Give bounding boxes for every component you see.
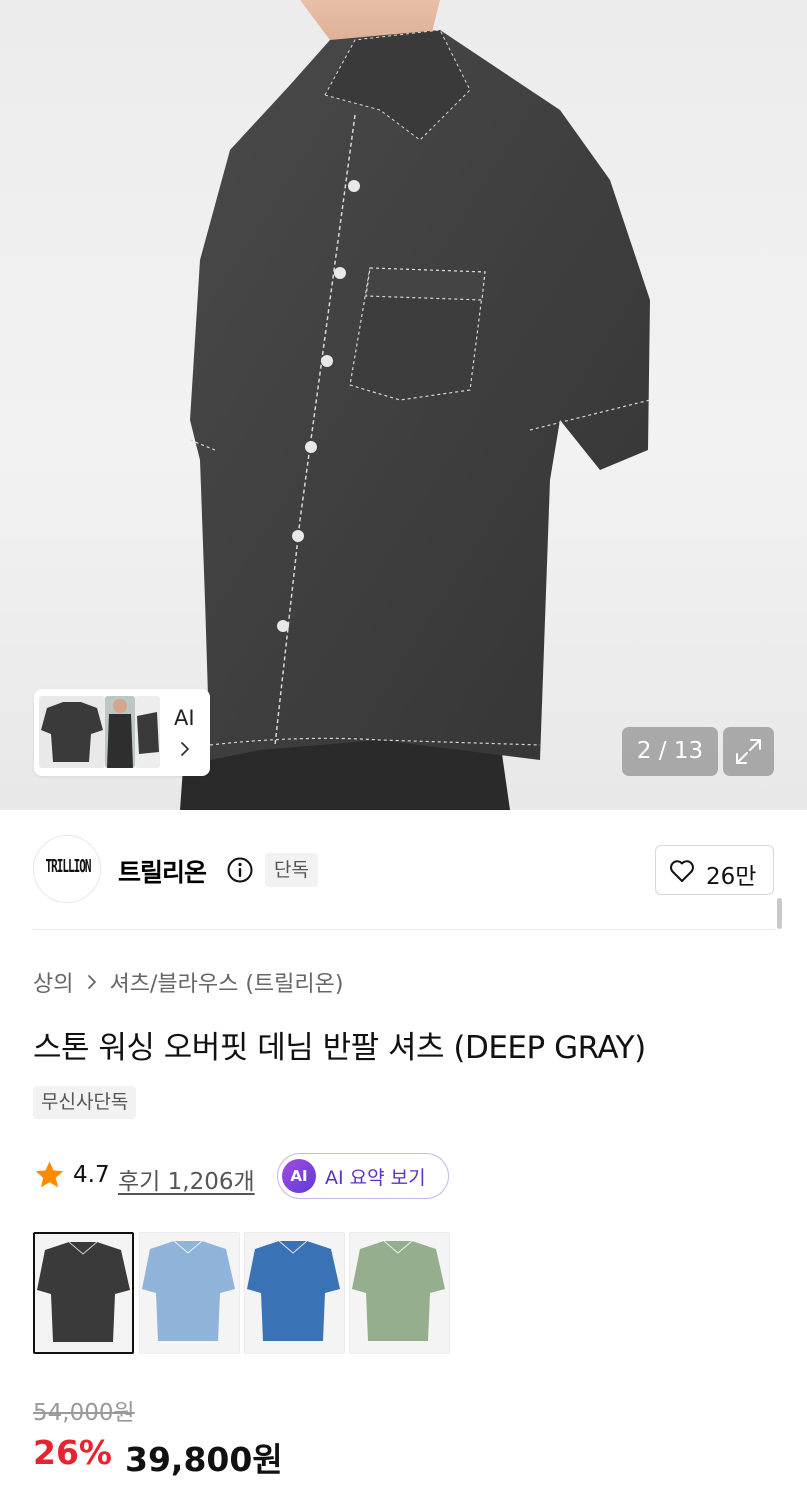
star-icon	[35, 1161, 64, 1188]
ai-label: AI	[174, 706, 195, 730]
rating-row: 4.7 후기 1,206개 AI AI 요약 보기	[33, 1153, 473, 1199]
ai-badge-icon: AI	[282, 1159, 316, 1193]
ai-thumb-3	[135, 696, 160, 768]
expand-icon	[736, 739, 761, 764]
exclusive-badge: 단독	[265, 853, 318, 887]
brand-logo[interactable]: TRILLION	[33, 835, 101, 903]
like-button[interactable]: 26만	[655, 845, 774, 895]
scrollbar[interactable]	[777, 898, 782, 929]
brand-logo-text: TRILLION	[45, 856, 92, 877]
info-icon[interactable]	[226, 856, 254, 884]
discount-rate: 26%	[33, 1433, 112, 1472]
chevron-right-icon	[181, 742, 189, 756]
original-price: 54,000원	[33, 1400, 135, 1426]
heart-icon	[670, 860, 694, 882]
brand-name[interactable]: 트릴리온	[118, 853, 207, 889]
breadcrumb-subcategory[interactable]: 셔츠/블라우스 (트릴리온)	[109, 966, 343, 998]
color-swatch-sage-green[interactable]	[349, 1232, 450, 1354]
ai-summary-label: AI 요약 보기	[325, 1167, 426, 1189]
product-hero-image[interactable]: AI 2 / 13	[0, 0, 807, 810]
shirt-thumbnail	[247, 1240, 340, 1341]
ai-thumb-1	[39, 696, 105, 768]
chevron-right-icon	[88, 975, 97, 989]
color-swatch-blue[interactable]	[244, 1232, 345, 1354]
ai-thumb-2	[105, 696, 135, 768]
product-title: 스톤 워싱 오버핏 데님 반팔 셔츠 (DEEP GRAY)	[33, 1030, 646, 1066]
final-price: 39,800원	[125, 1440, 283, 1479]
rating-value: 4.7	[73, 1162, 110, 1188]
color-swatch-deep-gray[interactable]	[33, 1232, 134, 1354]
ai-styling-thumbnails[interactable]: AI	[34, 689, 210, 776]
divider	[33, 929, 775, 930]
like-count: 26만	[706, 864, 757, 890]
breadcrumb-category[interactable]: 상의	[33, 966, 73, 998]
shirt-thumbnail	[37, 1241, 130, 1342]
image-counter: 2 / 13	[622, 727, 718, 776]
ai-summary-button[interactable]: AI AI 요약 보기	[277, 1153, 449, 1199]
color-options	[33, 1232, 453, 1354]
breadcrumb: 상의 셔츠/블라우스 (트릴리온)	[33, 966, 343, 998]
review-count-link[interactable]: 후기 1,206개	[118, 1162, 255, 1196]
color-swatch-light-blue[interactable]	[139, 1232, 240, 1354]
musinsa-exclusive-tag: 무신사단독	[33, 1086, 137, 1119]
shirt-thumbnail	[352, 1240, 445, 1341]
expand-button[interactable]	[723, 727, 774, 776]
shirt-thumbnail	[142, 1240, 235, 1341]
